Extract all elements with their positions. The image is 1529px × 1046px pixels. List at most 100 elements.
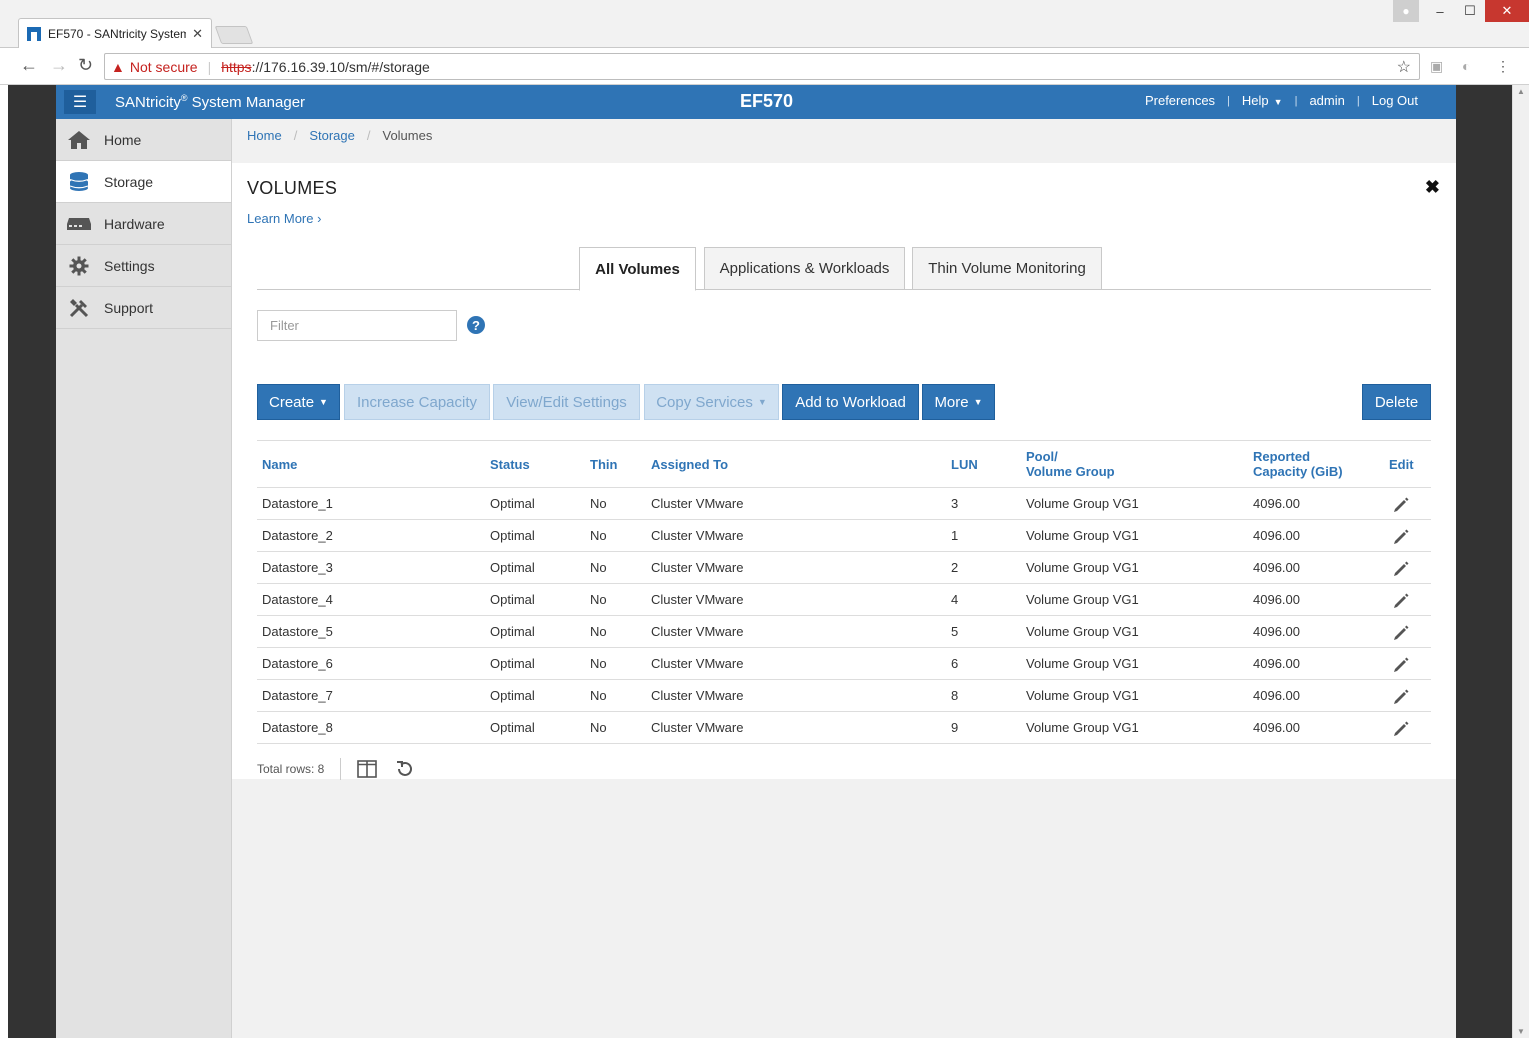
- home-icon: [66, 129, 92, 151]
- footer-divider: [340, 758, 342, 780]
- cell-pool: Volume Group VG1: [1026, 720, 1139, 735]
- minimize-button[interactable]: –: [1425, 0, 1455, 22]
- table-row[interactable]: Datastore_5 Optimal No Cluster VMware 5 Volum…: [257, 616, 1431, 648]
- cell-capacity: 4096.00: [1253, 688, 1300, 703]
- sidebar-item-home[interactable]: Home: [56, 119, 231, 161]
- cell-name: Datastore_7: [262, 688, 333, 703]
- close-icon[interactable]: ✖: [1425, 177, 1440, 198]
- cell-thin: No: [590, 720, 607, 735]
- cell-assigned-to: Cluster VMware: [651, 656, 744, 671]
- column-header-lun[interactable]: LUN: [951, 457, 978, 472]
- hardware-icon: [66, 213, 92, 235]
- cell-lun: 5: [951, 624, 959, 639]
- add-to-workload-button[interactable]: Add to Workload: [782, 384, 919, 420]
- cell-thin: No: [590, 592, 607, 607]
- pencil-icon[interactable]: [1392, 496, 1410, 514]
- increase-capacity-button[interactable]: Increase Capacity: [344, 384, 490, 420]
- user-menu[interactable]: admin: [1309, 93, 1344, 108]
- tab-all-volumes[interactable]: All Volumes: [579, 247, 696, 291]
- window-controls: ● – ☐ ✕: [1393, 0, 1529, 22]
- pencil-icon[interactable]: [1392, 560, 1410, 578]
- bookmark-star-icon[interactable]: ☆: [1397, 57, 1411, 77]
- sidebar-item-support[interactable]: Support: [56, 287, 231, 329]
- table-row[interactable]: Datastore_6 Optimal No Cluster VMware 6 Volum…: [257, 648, 1431, 680]
- cell-capacity: 4096.00: [1253, 656, 1300, 671]
- page-scrollbar[interactable]: ▲ ▼: [1512, 85, 1529, 1038]
- tab-thin-volume-monitoring[interactable]: Thin Volume Monitoring: [912, 247, 1102, 290]
- breadcrumb-separator: /: [293, 128, 298, 143]
- tools-icon: [66, 297, 92, 319]
- cell-lun: 8: [951, 688, 959, 703]
- pencil-icon[interactable]: [1392, 624, 1410, 642]
- pool-header-line1: Pool/: [1026, 449, 1058, 464]
- more-button[interactable]: More ▼: [922, 384, 995, 420]
- scroll-down-icon[interactable]: ▼: [1517, 1027, 1525, 1036]
- table-row[interactable]: Datastore_7 Optimal No Cluster VMware 8 Volum…: [257, 680, 1431, 712]
- table-row[interactable]: Datastore_2 Optimal No Cluster VMware 1 Volum…: [257, 520, 1431, 552]
- view-edit-settings-button[interactable]: View/Edit Settings: [493, 384, 640, 420]
- pencil-icon[interactable]: [1392, 688, 1410, 706]
- sidebar-item-storage[interactable]: Storage: [56, 161, 231, 203]
- help-menu[interactable]: Help ▼: [1242, 93, 1283, 108]
- pencil-icon[interactable]: [1392, 656, 1410, 674]
- profile-icon[interactable]: ●: [1393, 0, 1419, 22]
- maximize-button[interactable]: ☐: [1455, 0, 1485, 22]
- cell-pool: Volume Group VG1: [1026, 688, 1139, 703]
- cell-status: Optimal: [490, 688, 535, 703]
- hamburger-menu-icon[interactable]: ☰: [64, 90, 96, 114]
- tab-applications-workloads[interactable]: Applications & Workloads: [704, 247, 905, 290]
- new-tab-button[interactable]: [214, 26, 254, 44]
- warning-triangle-icon: ▲: [111, 58, 125, 75]
- back-arrow-icon[interactable]: ←: [20, 55, 38, 76]
- create-button[interactable]: Create ▼: [257, 384, 340, 420]
- cell-name: Datastore_2: [262, 528, 333, 543]
- page-margin-right: [1456, 85, 1512, 1038]
- table-row[interactable]: Datastore_8 Optimal No Cluster VMware 9 Volum…: [257, 712, 1431, 744]
- cell-thin: No: [590, 528, 607, 543]
- close-tab-icon[interactable]: ✕: [192, 26, 203, 42]
- pencil-icon[interactable]: [1392, 528, 1410, 546]
- help-question-icon[interactable]: ?: [467, 316, 485, 334]
- breadcrumb-storage[interactable]: Storage: [309, 128, 355, 143]
- cell-name: Datastore_5: [262, 624, 333, 639]
- not-secure-label[interactable]: Not secure: [130, 59, 198, 75]
- extension-circle-icon[interactable]: ◐: [1462, 58, 1470, 74]
- forward-arrow-icon[interactable]: →: [50, 55, 68, 76]
- columns-icon[interactable]: [357, 760, 378, 778]
- gear-icon: [66, 255, 92, 277]
- column-header-status[interactable]: Status: [490, 457, 530, 472]
- preferences-link[interactable]: Preferences: [1145, 93, 1215, 108]
- column-header-name[interactable]: Name: [262, 457, 297, 472]
- table-row[interactable]: Datastore_4 Optimal No Cluster VMware 4 Volum…: [257, 584, 1431, 616]
- cell-lun: 3: [951, 496, 959, 511]
- close-window-button[interactable]: ✕: [1485, 0, 1529, 22]
- sidebar-item-settings[interactable]: Settings: [56, 245, 231, 287]
- pencil-icon[interactable]: [1392, 592, 1410, 610]
- table-row[interactable]: Datastore_3 Optimal No Cluster VMware 2 Volum…: [257, 552, 1431, 584]
- sidebar-item-hardware[interactable]: Hardware: [56, 203, 231, 245]
- filter-input[interactable]: [257, 310, 457, 341]
- browser-tab[interactable]: EF570 - SANtricity System ✕: [18, 18, 212, 48]
- scroll-up-icon[interactable]: ▲: [1517, 87, 1525, 96]
- cell-name: Datastore_6: [262, 656, 333, 671]
- breadcrumb-home[interactable]: Home: [247, 128, 282, 143]
- cell-capacity: 4096.00: [1253, 560, 1300, 575]
- pencil-icon[interactable]: [1392, 720, 1410, 738]
- column-header-pool[interactable]: Pool/Volume Group: [1026, 449, 1115, 479]
- address-bar-row: ← → ↻ ▲ Not secure | https ://176.16.39.…: [0, 48, 1529, 85]
- url-bar[interactable]: ▲ Not secure | https ://176.16.39.10/sm/…: [104, 53, 1420, 80]
- pdf-extension-icon[interactable]: ▣: [1430, 58, 1443, 75]
- delete-button[interactable]: Delete: [1362, 384, 1431, 420]
- column-header-capacity[interactable]: Reported Capacity (GiB): [1253, 449, 1343, 479]
- reload-icon[interactable]: ↻: [78, 55, 93, 76]
- copy-services-button[interactable]: Copy Services ▼: [644, 384, 779, 420]
- column-header-edit: Edit: [1389, 457, 1414, 472]
- browser-menu-icon[interactable]: ⋮: [1496, 58, 1510, 75]
- learn-more-link[interactable]: Learn More ›: [247, 211, 321, 226]
- cell-lun: 9: [951, 720, 959, 735]
- table-row[interactable]: Datastore_1 Optimal No Cluster VMware 3 Volum…: [257, 488, 1431, 520]
- logout-link[interactable]: Log Out: [1372, 93, 1418, 108]
- refresh-icon[interactable]: [395, 759, 415, 779]
- column-header-assigned-to[interactable]: Assigned To: [651, 457, 728, 472]
- column-header-thin[interactable]: Thin: [590, 457, 617, 472]
